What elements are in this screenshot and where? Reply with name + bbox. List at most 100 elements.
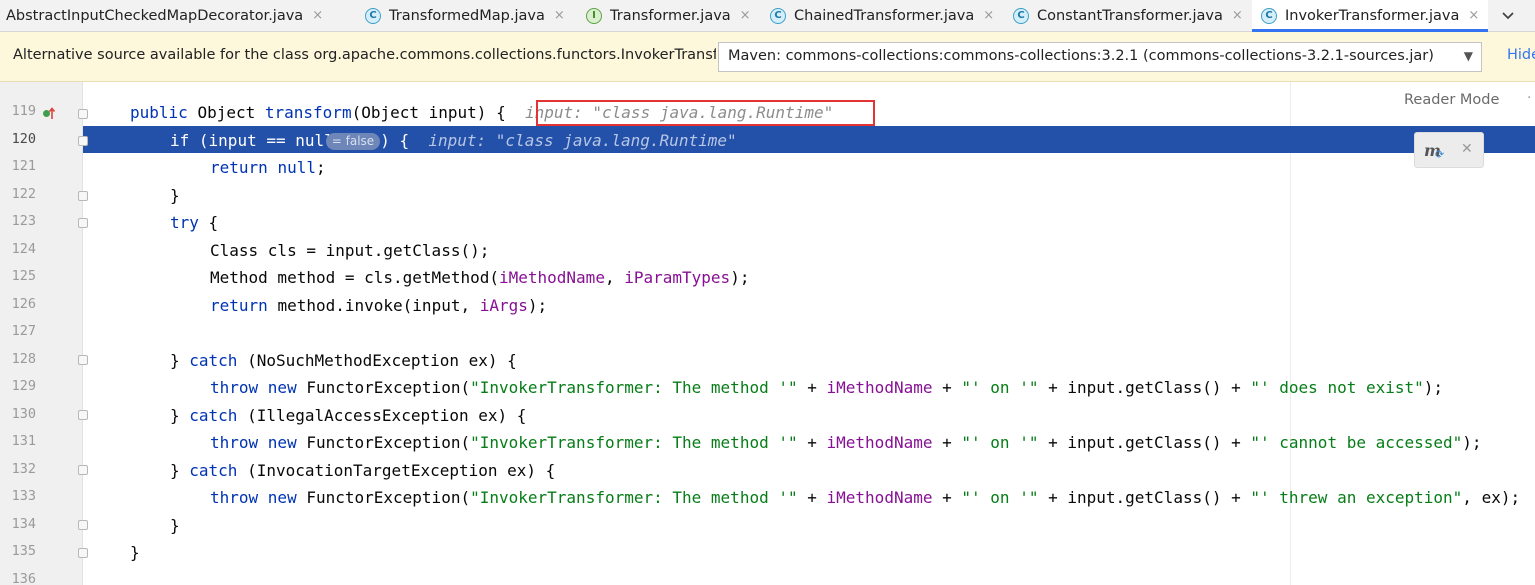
tab-close-icon[interactable]: ×: [983, 8, 994, 23]
code-line[interactable]: 126 return method.invoke(input, iArgs);: [0, 292, 1535, 320]
code-token: FunctorException(: [306, 378, 471, 397]
tab-chainedtransformer[interactable]: C ChainedTransformer.java ×: [762, 0, 1004, 31]
fold-marker-icon[interactable]: [78, 355, 88, 365]
annotation-highlight-box: [536, 100, 875, 126]
debugger-inline-value: input: "class java.lang.Runtime": [428, 130, 737, 150]
code-text[interactable]: throw new FunctorException("InvokerTrans…: [210, 433, 1482, 452]
code-line[interactable]: 122}: [0, 182, 1535, 210]
fold-marker-icon[interactable]: [78, 520, 88, 530]
source-select[interactable]: Maven: commons-collections:commons-colle…: [718, 42, 1482, 72]
code-text[interactable]: Method method = cls.getMethod(iMethodNam…: [210, 268, 749, 287]
editor-tab-bar: AbstractInputCheckedMapDecorator.java × …: [0, 0, 1535, 32]
code-token: }: [170, 405, 190, 425]
field-token: iMethodName: [826, 433, 933, 452]
code-editor[interactable]: 119 public Object transform(Object input)…: [0, 82, 1535, 585]
code-line[interactable]: 133 throw new FunctorException("InvokerTr…: [0, 484, 1535, 512]
code-text[interactable]: return null;: [210, 158, 326, 177]
line-number: 136: [11, 570, 36, 585]
tab-close-icon[interactable]: ×: [1468, 8, 1479, 23]
code-line[interactable]: 136: [0, 567, 1535, 585]
code-line[interactable]: 125 Method method = cls.getMethod(iMethod…: [0, 264, 1535, 292]
code-text[interactable]: Class cls = input.getClass();: [210, 241, 489, 260]
maven-reload-popup[interactable]: m ⟳ ✕: [1414, 132, 1484, 168]
tab-constanttransformer[interactable]: C ConstantTransformer.java ×: [1004, 0, 1250, 31]
fold-marker-icon[interactable]: [78, 548, 88, 558]
code-token: + input.getClass() +: [1038, 433, 1251, 452]
code-line[interactable]: 135}: [0, 539, 1535, 567]
code-token: +: [797, 433, 827, 452]
code-token: Object: [197, 103, 265, 122]
tab-list-button[interactable]: [1494, 0, 1522, 31]
keyword-token: if: [170, 130, 199, 150]
code-text[interactable]: }: [130, 543, 140, 562]
code-token: (Object input) {: [351, 103, 525, 122]
code-line[interactable]: 134}: [0, 512, 1535, 540]
code-line[interactable]: 128 } catch (NoSuchMethodException ex) {: [0, 347, 1535, 375]
interface-icon: I: [586, 7, 602, 24]
code-text[interactable]: } catch (InvocationTargetException ex) {: [170, 461, 555, 480]
code-text[interactable]: } catch (NoSuchMethodException ex) {: [170, 351, 517, 370]
field-token: iMethodName: [826, 488, 933, 507]
fold-marker-icon[interactable]: [78, 191, 88, 201]
tab-invokertransformer[interactable]: C InvokerTransformer.java ×: [1252, 0, 1488, 32]
line-number: 135: [11, 543, 36, 559]
field-token: iArgs: [479, 295, 528, 315]
fold-marker-icon[interactable]: [78, 218, 88, 228]
code-token: +: [932, 488, 962, 507]
implements-method-icon[interactable]: [42, 106, 56, 120]
code-line[interactable]: 131 throw new FunctorException("InvokerTr…: [0, 429, 1535, 457]
hide-link[interactable]: Hide: [1507, 47, 1535, 63]
close-icon[interactable]: ✕: [1461, 141, 1473, 157]
code-line[interactable]: 121 return null;: [0, 154, 1535, 182]
code-token: );: [730, 268, 750, 287]
keyword-token: return: [210, 295, 278, 315]
string-token: "InvokerTransformer: The method '": [470, 433, 798, 452]
code-token: (InvocationTargetException ex) {: [247, 460, 556, 480]
class-icon: C: [1013, 7, 1029, 24]
code-token: ,: [604, 268, 625, 287]
tab-close-icon[interactable]: ×: [554, 8, 565, 23]
code-line[interactable]: 130} catch (IllegalAccessException ex) {: [0, 402, 1535, 430]
tab-label: TransformedMap.java: [389, 7, 545, 24]
code-text[interactable]: }: [170, 186, 180, 205]
fold-marker-icon[interactable]: [78, 109, 88, 119]
line-number: 119: [11, 103, 36, 119]
code-line[interactable]: 132} catch (InvocationTargetException ex…: [0, 457, 1535, 485]
field-token: iMethodName: [498, 268, 605, 287]
code-text[interactable]: return method.invoke(input, iArgs);: [210, 296, 547, 315]
tab-close-icon[interactable]: ×: [312, 8, 323, 23]
code-line[interactable]: 127: [0, 319, 1535, 347]
string-token: "InvokerTransformer: The method '": [470, 488, 798, 507]
code-text[interactable]: try {: [170, 213, 218, 232]
code-line[interactable]: 123 try {: [0, 209, 1535, 237]
tab-close-icon[interactable]: ×: [740, 8, 751, 23]
line-number: 131: [11, 433, 36, 449]
fold-marker-icon[interactable]: [78, 136, 88, 146]
keyword-token: null: [277, 158, 316, 177]
code-text[interactable]: throw new FunctorException("InvokerTrans…: [210, 378, 1443, 397]
fold-marker-icon[interactable]: [78, 465, 88, 475]
code-text[interactable]: if (input == null= false) { input: "clas…: [170, 131, 737, 151]
line-number: 122: [11, 185, 36, 202]
code-text[interactable]: throw new FunctorException("InvokerTrans…: [210, 488, 1520, 507]
code-text[interactable]: } catch (IllegalAccessException ex) {: [170, 406, 526, 425]
tab-abstractinputcheckedmapdecorator[interactable]: AbstractInputCheckedMapDecorator.java ×: [0, 0, 352, 31]
keyword-token: try: [170, 213, 209, 232]
tab-transformedmap[interactable]: C TransformedMap.java ×: [356, 0, 576, 31]
tab-close-icon[interactable]: ×: [1232, 8, 1243, 23]
string-token: "InvokerTransformer: The method '": [470, 378, 798, 397]
string-token: "' on '": [961, 378, 1039, 397]
refresh-icon: ⟳: [1435, 148, 1445, 161]
fold-marker-icon[interactable]: [78, 410, 88, 420]
field-token: iMethodName: [826, 378, 933, 397]
tab-transformer[interactable]: I Transformer.java ×: [578, 0, 762, 31]
code-text[interactable]: }: [170, 516, 180, 535]
tab-label: InvokerTransformer.java: [1285, 7, 1460, 24]
code-line[interactable]: 120 if (input == null= false) { input: "c…: [0, 127, 1535, 155]
code-line[interactable]: 124 Class cls = input.getClass();: [0, 237, 1535, 265]
code-token: }: [170, 350, 190, 370]
code-line[interactable]: 129 throw new FunctorException("InvokerTr…: [0, 374, 1535, 402]
line-number: 128: [11, 350, 36, 367]
reader-mode-button[interactable]: Reader Mode: [1404, 92, 1499, 108]
code-token: Method method = cls.getMethod(: [210, 268, 499, 287]
